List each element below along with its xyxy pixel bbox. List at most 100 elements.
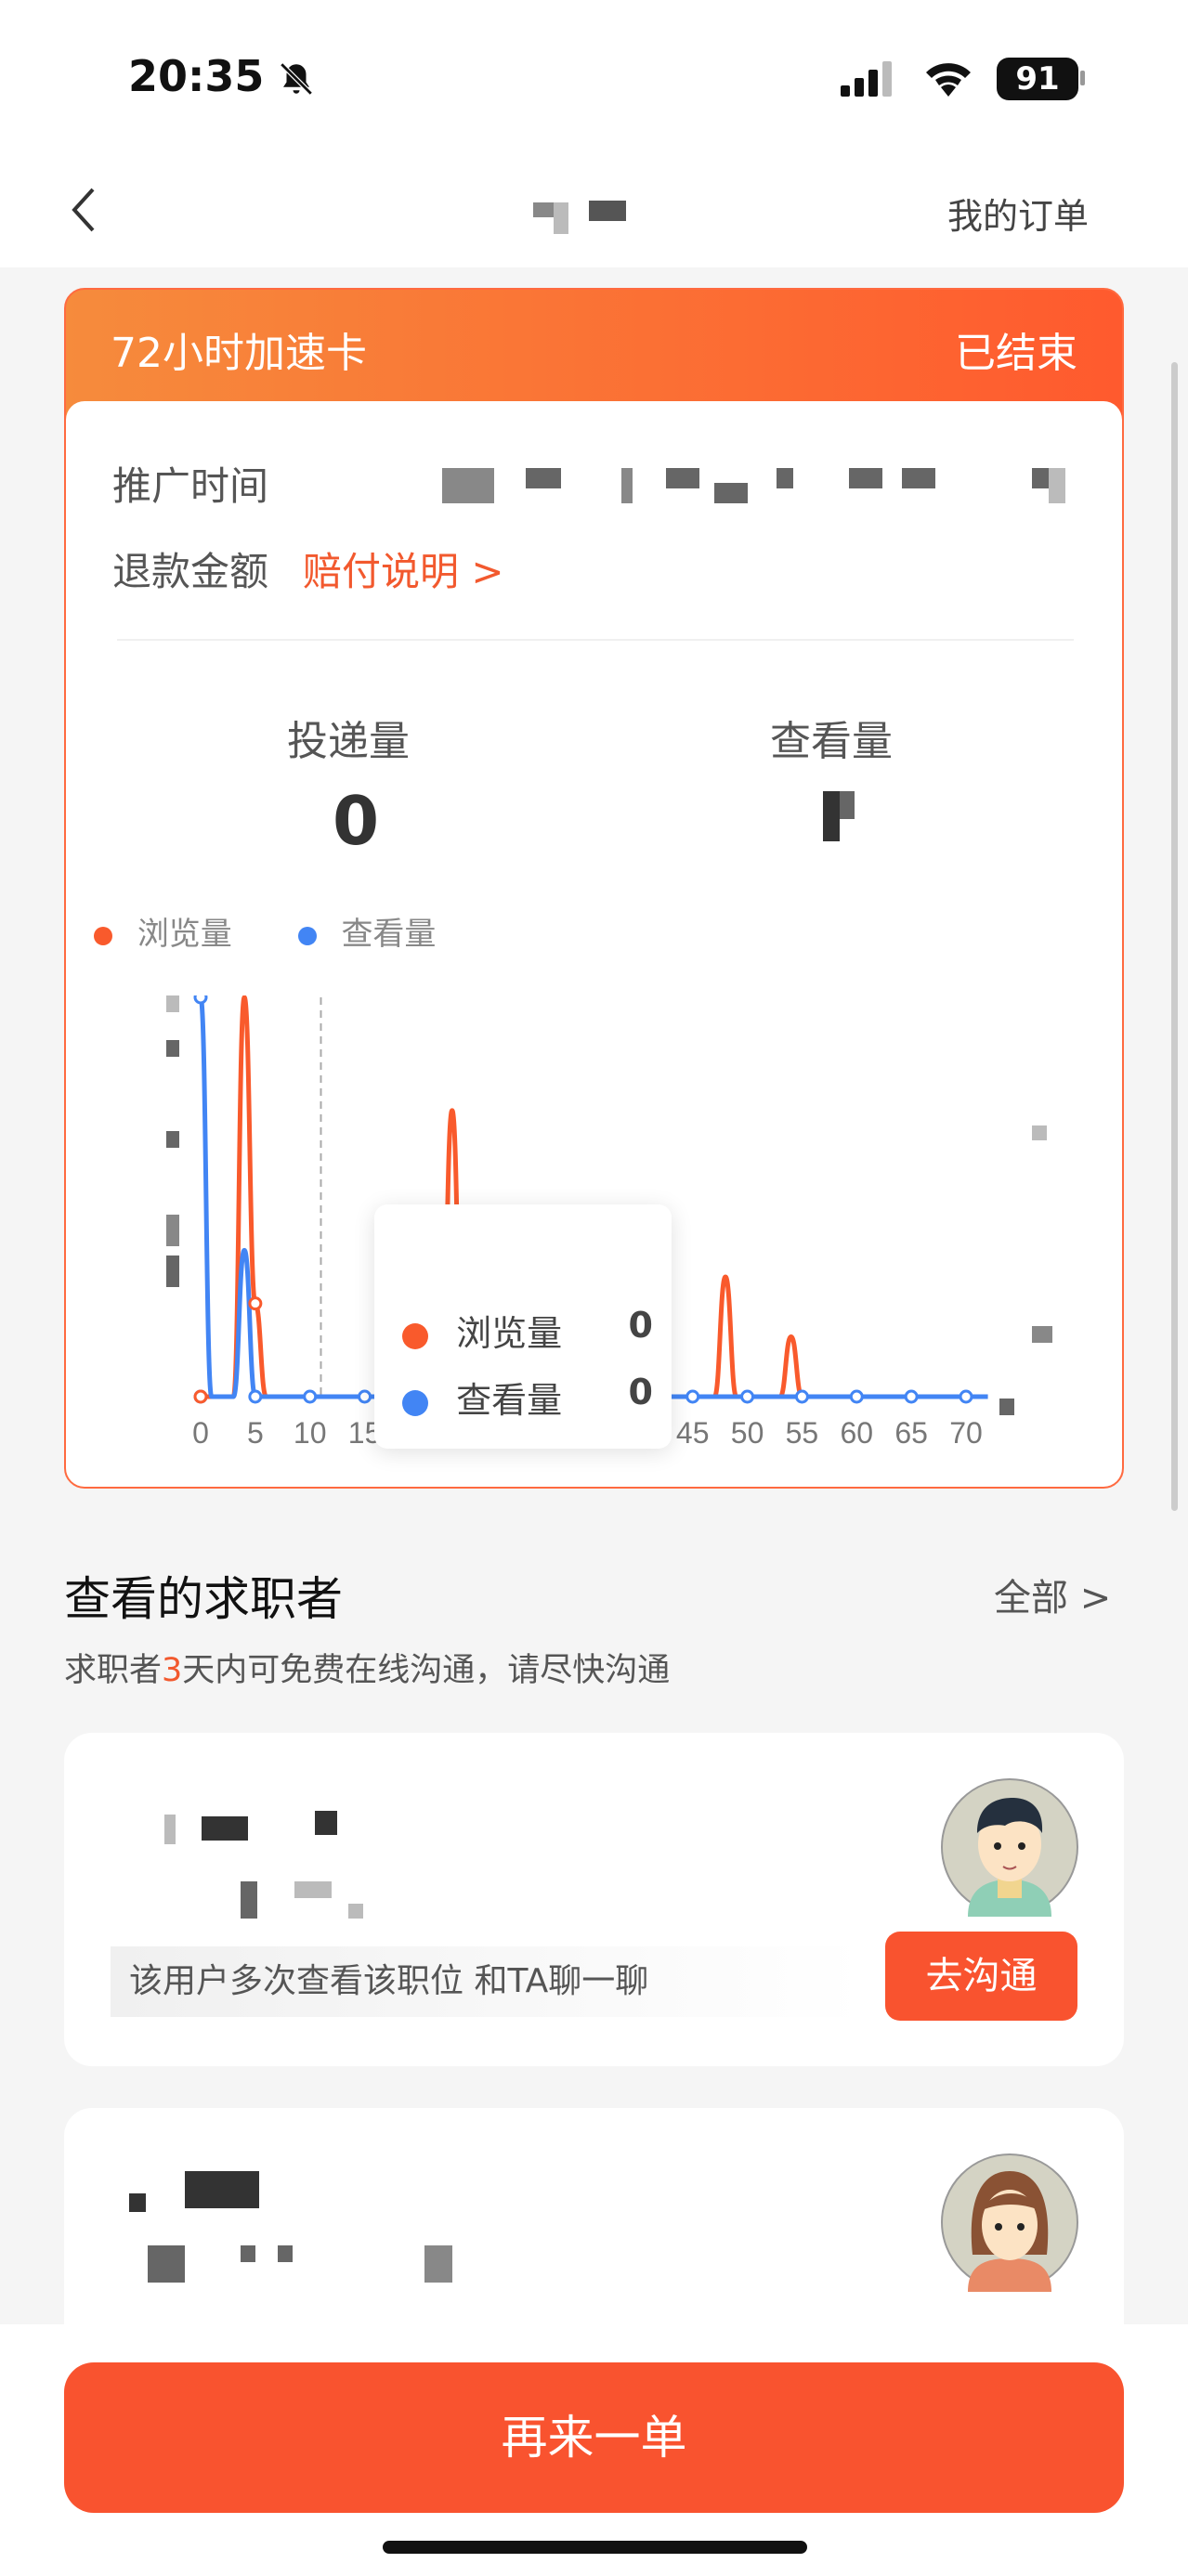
x-tick-label: 65 [894, 1416, 928, 1450]
data-point-marker [303, 1389, 318, 1404]
redacted-y-tick [166, 1255, 179, 1287]
data-point-marker [358, 1389, 372, 1404]
subtitle-text: 天内可免费在线沟通，请尽快沟通 [182, 1652, 671, 1689]
redacted-views-value [823, 791, 840, 841]
female-avatar [941, 2153, 1078, 2292]
data-point-marker [740, 1389, 755, 1404]
redacted-info [278, 2245, 293, 2262]
tooltip-dot-blue [402, 1389, 428, 1416]
x-tick-label: 50 [731, 1416, 764, 1450]
redacted-y2-tick [999, 1399, 1014, 1415]
clock: 20:35 [128, 51, 265, 101]
tooltip-dot-orange [402, 1322, 428, 1349]
candidate-tag: 该用户多次查看该职位 和TA聊一聊 [111, 1946, 863, 2017]
redacted-info [241, 1881, 257, 1919]
data-point-marker [904, 1389, 919, 1404]
section-subtitle: 求职者3天内可免费在线沟通，请尽快沟通 [64, 1644, 670, 1691]
redacted-views-value [840, 791, 855, 819]
redacted-name [185, 2171, 259, 2208]
tooltip-value: 0 [628, 1305, 653, 1346]
x-tick-label: 55 [786, 1416, 819, 1450]
redacted-promo-time [1049, 468, 1065, 503]
chart-tooltip: 浏览量 0 查看量 0 [374, 1204, 672, 1449]
redacted-promo-time [714, 483, 748, 503]
battery-cap [1080, 71, 1085, 85]
battery-level: 91 [1015, 60, 1060, 98]
wifi-icon [926, 63, 971, 97]
refund-label: 退款金额 [112, 549, 269, 594]
view-all-link[interactable]: 全部 > [994, 1568, 1111, 1621]
chat-button[interactable]: 去沟通 [885, 1932, 1077, 2021]
data-point-marker [685, 1389, 700, 1404]
data-point-marker [959, 1389, 973, 1404]
redacted-y-tick [166, 1215, 179, 1246]
candidate-card[interactable]: 该用户多次查看该职位 和TA聊一聊 去沟通 [64, 1733, 1124, 2066]
chart-legend: 浏览量 查看量 [94, 908, 436, 954]
divider [117, 639, 1074, 641]
legend-label-view: 查看量 [341, 916, 437, 953]
redacted-promo-time [666, 468, 699, 488]
legend-label-browse: 浏览量 [137, 916, 232, 953]
promo-time-label: 推广时间 [112, 463, 269, 509]
data-point-marker [849, 1389, 864, 1404]
redacted-promo-time [902, 468, 935, 488]
tooltip-label: 浏览量 [456, 1313, 563, 1354]
subtitle-days: 3 [162, 1652, 183, 1689]
status-bar: 20:35 91 [0, 0, 1188, 158]
data-point-marker [193, 1389, 208, 1404]
redacted-name [129, 2193, 146, 2212]
redacted-title [554, 202, 568, 234]
x-tick-label: 70 [949, 1416, 983, 1450]
redacted-y-tick [166, 995, 179, 1012]
reorder-button[interactable]: 再来一单 [64, 2362, 1124, 2513]
redacted-name [164, 1815, 176, 1844]
data-point-marker [193, 995, 208, 1005]
tooltip-row-view: 查看量 0 [402, 1372, 653, 1423]
tooltip-label: 查看量 [456, 1380, 563, 1421]
redacted-info [348, 1904, 363, 1919]
battery-icon: 91 [997, 58, 1078, 100]
tooltip-value: 0 [628, 1372, 653, 1412]
redacted-promo-time [442, 468, 494, 503]
my-orders-link[interactable]: 我的订单 [947, 188, 1089, 239]
male-avatar [941, 1778, 1078, 1917]
x-tick-label: 10 [294, 1416, 327, 1450]
redacted-y2-tick [1032, 1326, 1052, 1343]
chevron-left-icon[interactable] [65, 184, 102, 236]
x-tick-label: 45 [676, 1416, 710, 1450]
subtitle-text: 求职者 [64, 1652, 163, 1689]
x-tick-label: 5 [247, 1416, 264, 1450]
redacted-y2-tick [1032, 1125, 1047, 1140]
legend-dot-orange [94, 926, 112, 945]
card-title: 72小时加速卡 [111, 330, 367, 377]
legend-dot-blue [297, 926, 317, 945]
redacted-info [241, 2245, 255, 2262]
status-badge: 已结束 [955, 330, 1077, 377]
redacted-promo-time [526, 468, 561, 488]
scrollbar[interactable] [1171, 362, 1178, 1511]
x-tick-label: 0 [192, 1416, 209, 1450]
redacted-y-tick [166, 1040, 179, 1057]
x-tick-label: 60 [840, 1416, 873, 1450]
redacted-info [294, 1881, 332, 1898]
redacted-promo-time [849, 468, 882, 488]
home-indicator[interactable] [383, 2541, 807, 2554]
signal-icon [841, 61, 892, 97]
redacted-promo-time [777, 468, 793, 488]
redacted-promo-time [1032, 468, 1049, 488]
redacted-promo-time [621, 468, 633, 503]
stat-label-views: 查看量 [770, 718, 893, 765]
redacted-info [424, 2245, 452, 2283]
data-point-marker [248, 1389, 263, 1404]
redacted-name [315, 1811, 337, 1835]
stat-value-deliveries: 0 [333, 782, 380, 860]
redacted-title [589, 201, 626, 221]
stat-label-deliveries: 投递量 [287, 718, 410, 765]
redacted-name [202, 1816, 248, 1841]
redacted-info [148, 2245, 185, 2283]
nav-bar: 我的订单 [0, 158, 1188, 267]
tooltip-row-browse: 浏览量 0 [402, 1305, 653, 1356]
data-point-marker [794, 1389, 809, 1404]
compensation-link[interactable]: 赔付说明 > [303, 540, 504, 597]
section-title: 查看的求职者 [64, 1572, 343, 1626]
